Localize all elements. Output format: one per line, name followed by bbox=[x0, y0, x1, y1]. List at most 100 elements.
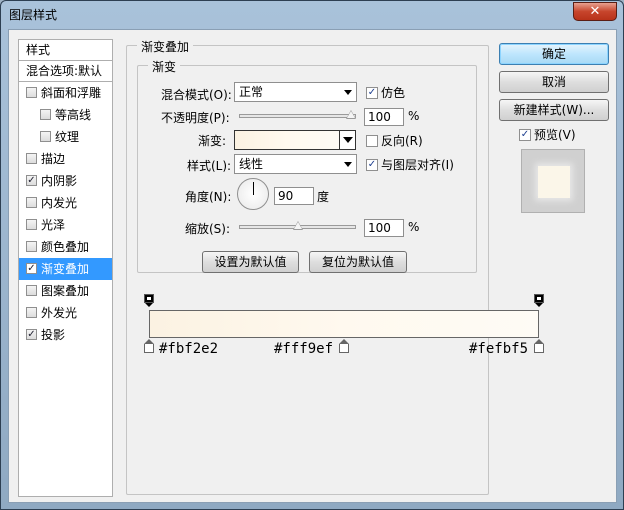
checkbox-icon[interactable] bbox=[40, 109, 51, 120]
color-stop-hex: #fff9ef bbox=[274, 341, 334, 357]
color-stop[interactable] bbox=[339, 339, 350, 354]
gradient-swatch[interactable] bbox=[234, 130, 340, 150]
checkbox-icon[interactable] bbox=[26, 285, 37, 296]
checkbox-icon[interactable] bbox=[26, 153, 37, 164]
style-item-label: 内发光 bbox=[41, 196, 78, 210]
opacity-percent: % bbox=[408, 109, 420, 123]
dialog-client: 样式 混合选项:默认 斜面和浮雕等高线纹理描边 ✓ 内阴影内发光光泽颜色叠加 ✓ 渐变叠… bbox=[8, 29, 617, 503]
checkbox-icon[interactable] bbox=[26, 219, 37, 230]
gradient-subgroup-title: 渐变 bbox=[148, 58, 181, 75]
angle-needle bbox=[253, 182, 254, 195]
style-item-label: 等高线 bbox=[55, 108, 92, 122]
styles-list: 样式 混合选项:默认 斜面和浮雕等高线纹理描边 ✓ 内阴影内发光光泽颜色叠加 ✓ 渐变叠… bbox=[18, 39, 113, 497]
style-item[interactable]: 等高线 bbox=[19, 104, 112, 126]
check-icon[interactable]: ✓ bbox=[26, 175, 37, 186]
style-item-label: 内阴影 bbox=[41, 174, 78, 188]
preview-swatch bbox=[538, 166, 570, 198]
color-stop[interactable] bbox=[144, 339, 155, 354]
opacity-input[interactable]: 100 bbox=[364, 108, 404, 126]
close-button[interactable]: ✕ bbox=[573, 2, 617, 21]
style-item-label: 光泽 bbox=[41, 218, 66, 232]
color-stop[interactable] bbox=[534, 339, 545, 354]
blend-options-item[interactable]: 混合选项:默认 bbox=[19, 61, 112, 82]
style-label: 样式(L): bbox=[187, 159, 232, 173]
reset-default-button[interactable]: 复位为默认值 bbox=[309, 251, 407, 273]
angle-label: 角度(N): bbox=[185, 190, 232, 204]
style-item[interactable]: ✓ 投影 bbox=[19, 324, 112, 346]
preview-label: 预览(V) bbox=[534, 128, 576, 142]
check-icon[interactable]: ✓ bbox=[26, 329, 37, 340]
window-title: 图层样式 bbox=[9, 8, 58, 22]
styles-header[interactable]: 样式 bbox=[19, 40, 112, 61]
new-style-button[interactable]: 新建样式(W)... bbox=[499, 99, 609, 121]
reverse-checkbox[interactable]: 反向(R) bbox=[366, 132, 423, 149]
blend-mode-select[interactable]: 正常 bbox=[234, 82, 357, 102]
color-stop-hex: #fbf2e2 bbox=[159, 341, 219, 357]
reverse-label: 反向(R) bbox=[381, 134, 423, 148]
color-stop-hex: #fefbf5 bbox=[469, 341, 529, 357]
style-item[interactable]: ✓ 内阴影 bbox=[19, 170, 112, 192]
checkbox-icon[interactable] bbox=[26, 307, 37, 318]
dither-checkbox[interactable]: ✓ 仿色 bbox=[366, 84, 405, 101]
checkbox-icon bbox=[366, 134, 378, 147]
scale-input[interactable]: 100 bbox=[364, 219, 404, 237]
gradient-bar[interactable] bbox=[149, 310, 539, 338]
chevron-down-icon bbox=[344, 162, 352, 167]
opacity-stop[interactable] bbox=[144, 294, 154, 307]
style-item[interactable]: 描边 bbox=[19, 148, 112, 170]
style-item-label: 纹理 bbox=[55, 130, 80, 144]
gradient-picker-button[interactable] bbox=[339, 130, 356, 150]
checkbox-icon[interactable] bbox=[26, 197, 37, 208]
style-item-label: 描边 bbox=[41, 152, 66, 166]
cancel-button[interactable]: 取消 bbox=[499, 71, 609, 93]
style-item[interactable]: ✓ 渐变叠加 bbox=[19, 258, 112, 280]
scale-slider-thumb[interactable] bbox=[292, 221, 303, 230]
style-item[interactable]: 图案叠加 bbox=[19, 280, 112, 302]
style-value: 线性 bbox=[239, 157, 264, 171]
style-item[interactable]: 光泽 bbox=[19, 214, 112, 236]
close-icon: ✕ bbox=[589, 4, 601, 19]
preview-checkbox[interactable]: ✓ 预览(V) bbox=[519, 126, 576, 143]
style-item-label: 斜面和浮雕 bbox=[41, 86, 102, 100]
gradient-label: 渐变: bbox=[198, 134, 227, 148]
style-item-label: 渐变叠加 bbox=[41, 262, 90, 276]
ok-button[interactable]: 确定 bbox=[499, 43, 609, 65]
checkbox-icon[interactable] bbox=[40, 131, 51, 142]
blend-mode-value: 正常 bbox=[239, 85, 264, 99]
gradient-overlay-title: 渐变叠加 bbox=[137, 38, 194, 55]
checkbox-icon[interactable] bbox=[26, 87, 37, 98]
opacity-slider-thumb[interactable] bbox=[346, 110, 356, 119]
opacity-label: 不透明度(P): bbox=[161, 111, 230, 125]
style-item[interactable]: 颜色叠加 bbox=[19, 236, 112, 258]
opacity-slider[interactable] bbox=[239, 114, 356, 118]
style-item-label: 投影 bbox=[41, 328, 66, 342]
scale-percent: % bbox=[408, 220, 420, 234]
style-items: 斜面和浮雕等高线纹理描边 ✓ 内阴影内发光光泽颜色叠加 ✓ 渐变叠加图案叠加外发光 ✓ 投影 bbox=[19, 82, 112, 346]
align-layer-checkbox[interactable]: ✓ 与图层对齐(I) bbox=[366, 156, 454, 173]
style-item[interactable]: 纹理 bbox=[19, 126, 112, 148]
check-icon: ✓ bbox=[366, 86, 378, 99]
style-item[interactable]: 外发光 bbox=[19, 302, 112, 324]
chevron-down-icon bbox=[343, 137, 353, 143]
opacity-stop[interactable] bbox=[534, 294, 544, 307]
check-icon: ✓ bbox=[366, 158, 378, 171]
style-item-label: 图案叠加 bbox=[41, 284, 90, 298]
style-item-label: 外发光 bbox=[41, 306, 78, 320]
angle-input[interactable]: 90 bbox=[274, 187, 314, 205]
blend-mode-label: 混合模式(O): bbox=[161, 88, 232, 102]
angle-dial[interactable] bbox=[237, 178, 269, 210]
checkbox-icon[interactable] bbox=[26, 241, 37, 252]
check-icon: ✓ bbox=[519, 128, 531, 141]
align-layer-label: 与图层对齐(I) bbox=[381, 158, 454, 172]
style-item[interactable]: 内发光 bbox=[19, 192, 112, 214]
scale-label: 缩放(S): bbox=[185, 222, 231, 236]
set-default-button[interactable]: 设置为默认值 bbox=[202, 251, 299, 273]
angle-unit: 度 bbox=[317, 190, 330, 204]
style-item-label: 颜色叠加 bbox=[41, 240, 90, 254]
title-bar[interactable]: 图层样式 ✕ bbox=[1, 1, 623, 27]
style-select[interactable]: 线性 bbox=[234, 154, 357, 174]
style-item[interactable]: 斜面和浮雕 bbox=[19, 82, 112, 104]
check-icon[interactable]: ✓ bbox=[26, 263, 37, 274]
style-preview bbox=[521, 149, 585, 213]
dialog-window: 图层样式 ✕ 样式 混合选项:默认 斜面和浮雕等高线纹理描边 ✓ 内阴影内发光光泽颜… bbox=[0, 0, 624, 510]
